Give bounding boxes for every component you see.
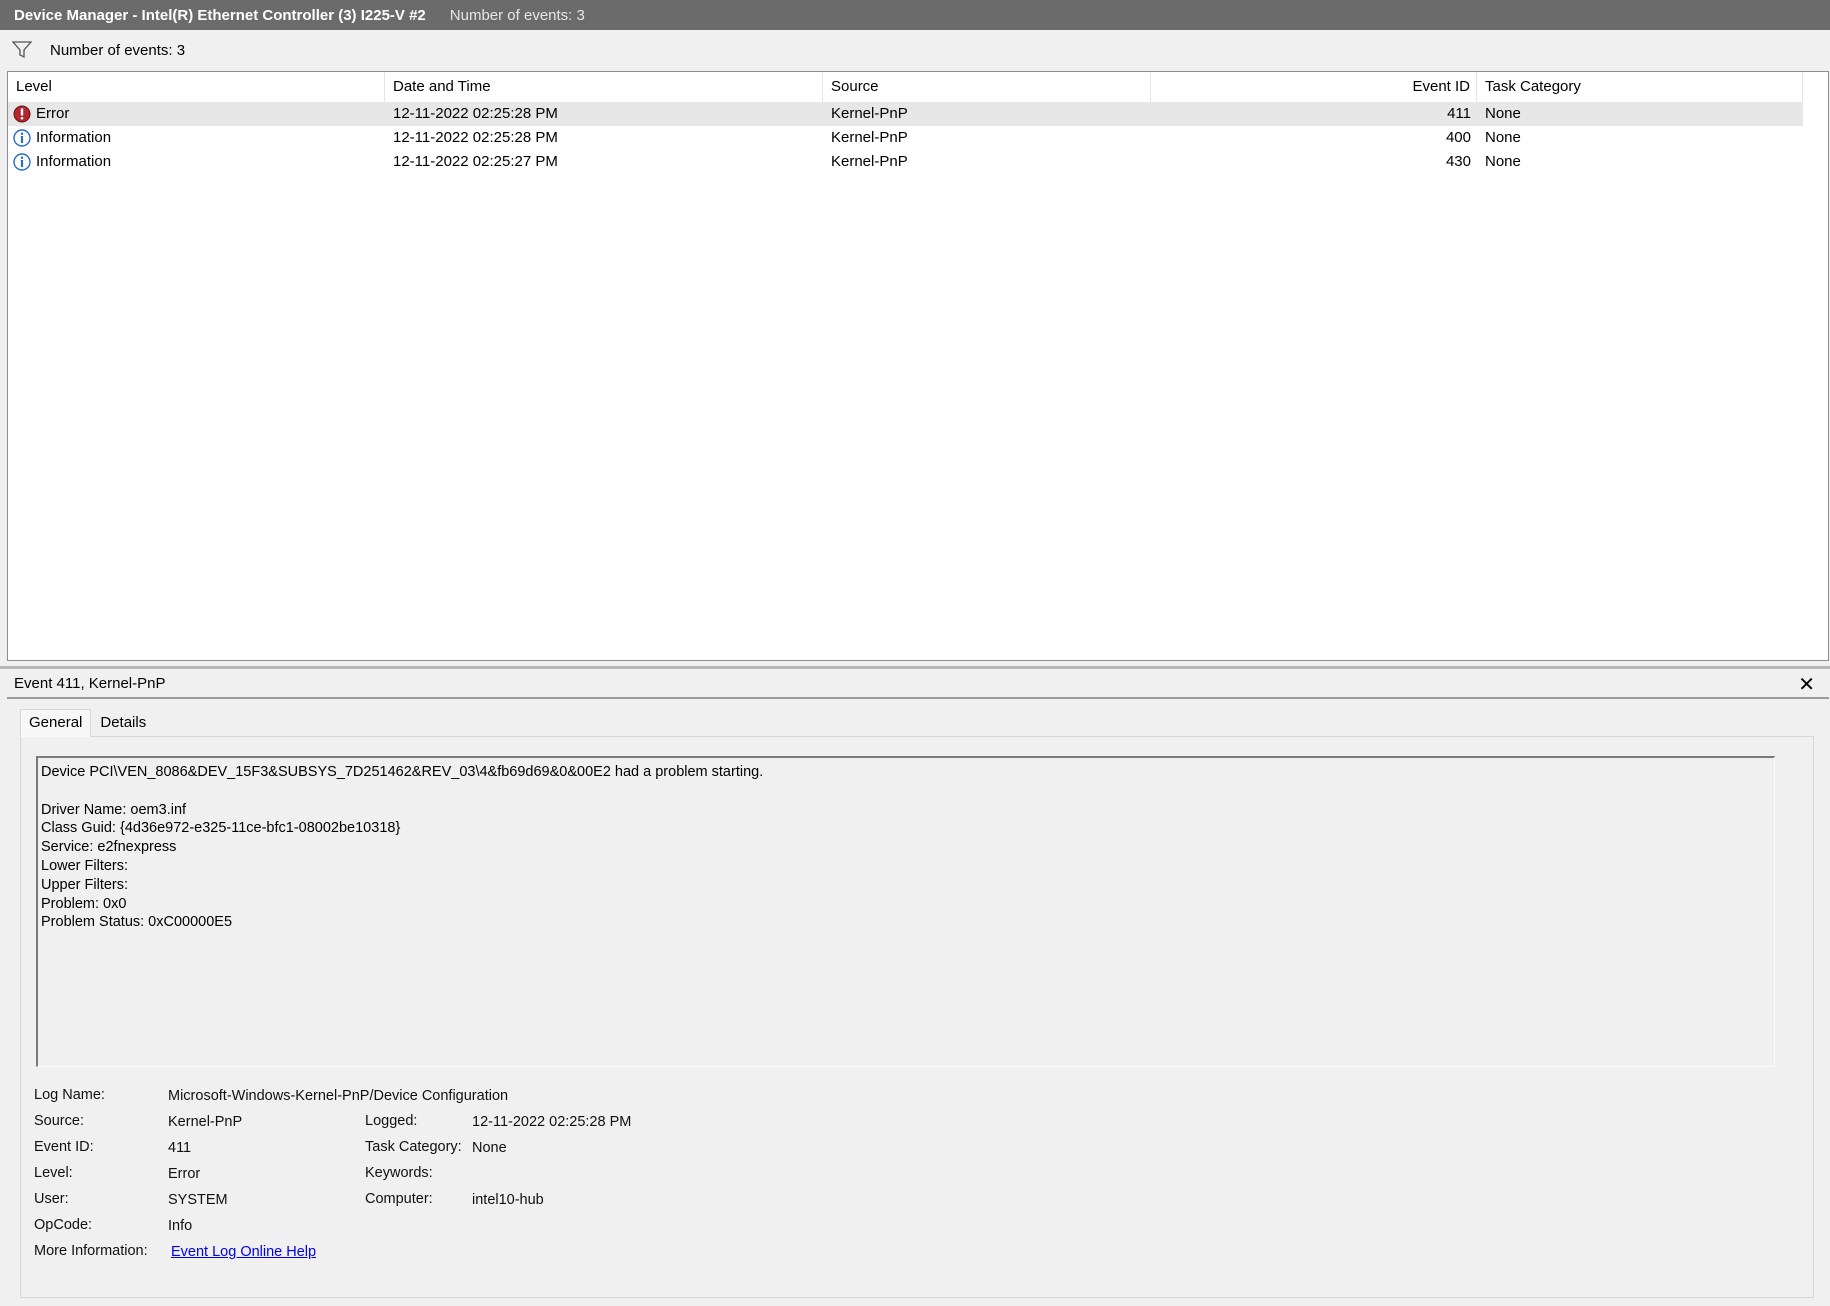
keywords-label: Keywords: <box>365 1165 433 1181</box>
event-id-value[interactable]: 411 <box>168 1140 191 1156</box>
event-detail-title: Event 411, Kernel-PnP <box>14 675 166 692</box>
row-source: Kernel-PnP <box>831 129 908 146</box>
task-category-value[interactable]: None <box>472 1140 507 1156</box>
row-task-category: None <box>1485 105 1521 122</box>
filter-event-count: Number of events: 3 <box>50 41 186 59</box>
event-description[interactable]: Device PCI\VEN_8086&DEV_15F3&SUBSYS_7D25… <box>36 756 1775 1067</box>
computer-value[interactable]: intel10-hub <box>472 1192 544 1208</box>
row-level: Information <box>36 129 112 146</box>
log-name-label: Log Name: <box>34 1087 105 1103</box>
level-label: Level: <box>34 1165 73 1181</box>
event-properties: Log Name: Microsoft-Windows-Kernel-PnP/D… <box>34 1087 1034 1287</box>
user-label: User: <box>34 1191 69 1207</box>
event-detail-header: Event 411, Kernel-PnP ✕ <box>7 671 1829 699</box>
title-event-count: Number of events: 3 <box>449 6 585 24</box>
close-icon[interactable]: ✕ <box>1798 672 1815 697</box>
table-row[interactable]: Information 12-11-2022 02:25:27 PM Kerne… <box>8 150 1803 174</box>
computer-label: Computer: <box>365 1191 433 1207</box>
tab-details[interactable]: Details <box>91 709 155 737</box>
opcode-value[interactable]: Info <box>168 1218 192 1234</box>
row-source: Kernel-PnP <box>831 105 908 122</box>
logged-value[interactable]: 12-11-2022 02:25:28 PM <box>472 1114 631 1130</box>
log-name-value[interactable]: Microsoft-Windows-Kernel-PnP/Device Conf… <box>168 1088 508 1104</box>
level-value[interactable]: Error <box>168 1166 200 1182</box>
column-header-date-time[interactable]: Date and Time <box>385 72 823 102</box>
table-row[interactable]: Error 12-11-2022 02:25:28 PM Kernel-PnP … <box>8 102 1803 126</box>
row-datetime: 12-11-2022 02:25:28 PM <box>393 129 558 146</box>
column-header-level[interactable]: Level <box>8 72 385 102</box>
filter-bar: Number of events: 3 <box>0 32 1830 68</box>
event-list: Level Date and Time Source Event ID Task… <box>7 71 1829 661</box>
logged-label: Logged: <box>365 1113 418 1129</box>
info-icon <box>13 129 31 147</box>
info-icon <box>13 153 31 171</box>
task-category-label: Task Category: <box>365 1139 462 1155</box>
window-titlebar: Device Manager - Intel(R) Ethernet Contr… <box>0 0 1830 30</box>
general-tab-panel: Device PCI\VEN_8086&DEV_15F3&SUBSYS_7D25… <box>20 736 1814 1298</box>
pane-splitter[interactable] <box>0 666 1830 669</box>
row-level: Error <box>36 105 70 122</box>
row-level: Information <box>36 153 112 170</box>
source-value[interactable]: Kernel-PnP <box>168 1114 242 1130</box>
funnel-icon[interactable] <box>12 41 32 59</box>
error-icon <box>13 105 31 123</box>
row-event-id: 430 <box>1445 153 1471 170</box>
opcode-label: OpCode: <box>34 1217 93 1233</box>
user-value[interactable]: SYSTEM <box>168 1192 228 1208</box>
column-header-event-id[interactable]: Event ID <box>1151 72 1477 102</box>
row-task-category: None <box>1485 153 1521 170</box>
row-event-id: 411 <box>1447 105 1471 122</box>
event-id-label: Event ID: <box>34 1139 94 1155</box>
row-datetime: 12-11-2022 02:25:27 PM <box>393 153 558 170</box>
source-label: Source: <box>34 1113 84 1129</box>
event-log-online-help-link[interactable]: Event Log Online Help <box>171 1244 316 1260</box>
row-datetime: 12-11-2022 02:25:28 PM <box>393 105 558 122</box>
table-row[interactable]: Information 12-11-2022 02:25:28 PM Kerne… <box>8 126 1803 150</box>
event-list-header: Level Date and Time Source Event ID Task… <box>8 72 1828 102</box>
row-event-id: 400 <box>1445 129 1471 146</box>
tab-general[interactable]: General <box>20 709 92 737</box>
window-title: Device Manager - Intel(R) Ethernet Contr… <box>14 6 426 24</box>
more-information-label: More Information: <box>34 1243 148 1259</box>
row-source: Kernel-PnP <box>831 153 908 170</box>
column-header-task-category[interactable]: Task Category <box>1477 72 1803 102</box>
row-task-category: None <box>1485 129 1521 146</box>
column-header-source[interactable]: Source <box>823 72 1151 102</box>
detail-tabs: General Details <box>20 709 155 737</box>
